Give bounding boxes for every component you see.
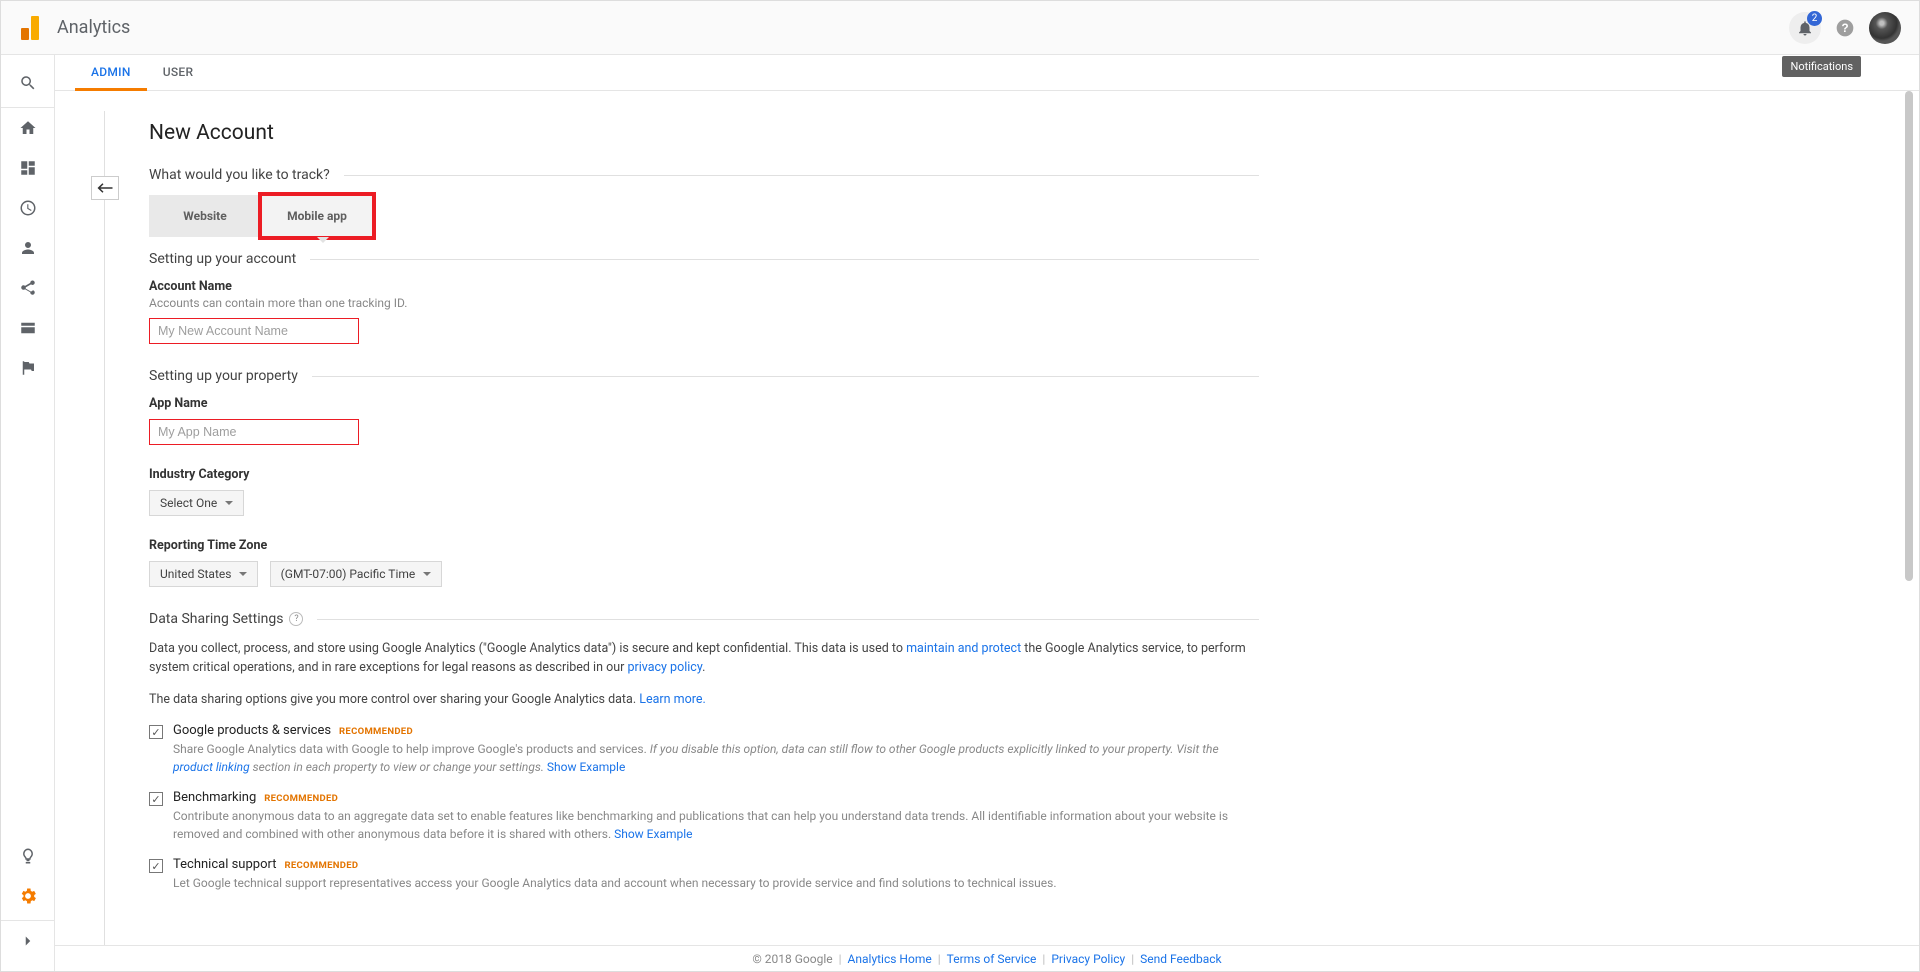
section-sharing-label: Data Sharing Settings — [149, 611, 283, 627]
back-column — [55, 91, 105, 945]
timezone-label: Reporting Time Zone — [149, 538, 1259, 553]
show-example-link[interactable]: Show Example — [547, 760, 625, 774]
rail-dashboards[interactable] — [1, 148, 55, 188]
rail-behavior[interactable] — [1, 308, 55, 348]
rail-collapse[interactable] — [1, 921, 55, 961]
account-name-hint: Accounts can contain more than one track… — [149, 296, 1259, 310]
share-option-google-products: ✓ Google products & servicesRECOMMENDED … — [149, 723, 1259, 776]
sharing-intro: Data you collect, process, and store usi… — [149, 639, 1259, 678]
card-icon — [19, 319, 37, 337]
rail-home[interactable] — [1, 108, 55, 148]
svg-text:?: ? — [1841, 22, 1848, 35]
section-track-label: What would you like to track? — [149, 167, 330, 183]
tab-admin[interactable]: ADMIN — [75, 55, 147, 91]
tz-country-value: United States — [160, 567, 231, 581]
section-property: Setting up your property — [149, 368, 1259, 384]
checkbox-tech-support[interactable]: ✓ — [149, 859, 163, 873]
recommended-badge: RECOMMENDED — [339, 726, 413, 737]
page-title: New Account — [149, 121, 1259, 145]
account-name-input[interactable] — [149, 318, 359, 344]
industry-label: Industry Category — [149, 467, 1259, 482]
scrollbar[interactable] — [1905, 91, 1913, 581]
show-example-link[interactable]: Show Example — [614, 827, 692, 841]
section-property-label: Setting up your property — [149, 368, 298, 384]
chevron-right-icon — [19, 932, 37, 950]
notifications-tooltip: Notifications — [1782, 56, 1861, 77]
clock-icon — [19, 199, 37, 217]
section-account: Setting up your account — [149, 251, 1259, 267]
track-mobile-app[interactable]: Mobile app — [261, 195, 373, 237]
section-account-label: Setting up your account — [149, 251, 296, 267]
track-type-segment: Website Mobile app — [149, 195, 373, 237]
tz-zone-dropdown[interactable]: (GMT-07:00) Pacific Time — [270, 561, 443, 587]
sharing-control: The data sharing options give you more c… — [149, 690, 1259, 709]
checkbox-benchmarking[interactable]: ✓ — [149, 792, 163, 806]
share-option-benchmarking: ✓ Benchmarking RECOMMENDED Contribute ano… — [149, 790, 1259, 843]
opt1-desc: Share Google Analytics data with Google … — [173, 740, 1259, 776]
recommended-badge: RECOMMENDED — [264, 793, 338, 804]
tab-user[interactable]: USER — [147, 54, 210, 90]
footer: © 2018 Google| Analytics Home| Terms of … — [55, 945, 1919, 971]
home-icon — [19, 119, 37, 137]
notifications-button[interactable]: 2 Notifications — [1789, 12, 1821, 44]
rail-acquisition[interactable] — [1, 268, 55, 308]
flag-icon — [19, 359, 37, 377]
rail-realtime[interactable] — [1, 188, 55, 228]
notification-badge: 2 — [1807, 11, 1822, 26]
footer-copyright: © 2018 Google — [752, 952, 832, 966]
share-option-tech-support: ✓ Technical support RECOMMENDED Let Googl… — [149, 857, 1259, 892]
section-sharing: Data Sharing Settings? — [149, 611, 1259, 627]
recommended-badge: RECOMMENDED — [284, 860, 358, 871]
dashboard-icon — [19, 159, 37, 177]
rail-search[interactable] — [1, 63, 55, 103]
opt1-title: Google products & services — [173, 723, 331, 738]
search-icon — [19, 74, 37, 92]
user-avatar[interactable] — [1869, 12, 1901, 44]
footer-tos[interactable]: Terms of Service — [947, 952, 1037, 966]
opt2-title: Benchmarking — [173, 790, 256, 805]
person-icon — [19, 239, 37, 257]
app-title: Analytics — [57, 17, 130, 38]
caret-icon — [423, 572, 431, 580]
left-rail — [1, 55, 55, 971]
account-name-label: Account Name — [149, 279, 1259, 294]
footer-privacy[interactable]: Privacy Policy — [1051, 952, 1125, 966]
opt3-title: Technical support — [173, 857, 276, 872]
checkbox-google-products[interactable]: ✓ — [149, 725, 163, 739]
section-track: What would you like to track? — [149, 167, 1259, 183]
app-name-label: App Name — [149, 396, 1259, 411]
help-icon[interactable]: ? — [289, 612, 303, 626]
opt2-desc: Contribute anonymous data to an aggregat… — [173, 807, 1259, 843]
rail-discover[interactable] — [1, 836, 55, 876]
industry-dropdown[interactable]: Select One — [149, 490, 244, 516]
footer-analytics-home[interactable]: Analytics Home — [848, 952, 932, 966]
share-icon — [19, 279, 37, 297]
tz-zone-value: (GMT-07:00) Pacific Time — [281, 567, 416, 581]
product-linking-link[interactable]: product linking — [173, 760, 250, 774]
analytics-logo-icon — [19, 16, 41, 40]
caret-icon — [239, 572, 247, 580]
gear-icon — [18, 886, 38, 906]
help-button[interactable]: ? — [1829, 12, 1861, 44]
maintain-protect-link[interactable]: maintain and protect — [906, 641, 1021, 656]
caret-icon — [225, 501, 233, 509]
bulb-icon — [19, 847, 37, 865]
industry-value: Select One — [160, 496, 217, 510]
app-bar: Analytics 2 Notifications ? — [1, 1, 1919, 55]
question-icon: ? — [1835, 18, 1855, 38]
rail-audience[interactable] — [1, 228, 55, 268]
admin-tabs: ADMIN USER — [55, 55, 1919, 91]
rail-admin[interactable] — [1, 876, 55, 916]
rail-conversions[interactable] — [1, 348, 55, 388]
tz-country-dropdown[interactable]: United States — [149, 561, 258, 587]
learn-more-link[interactable]: Learn more. — [639, 692, 706, 707]
track-website[interactable]: Website — [149, 195, 261, 237]
opt3-desc: Let Google technical support representat… — [173, 874, 1259, 892]
privacy-policy-link[interactable]: privacy policy — [627, 660, 702, 675]
footer-feedback[interactable]: Send Feedback — [1140, 952, 1222, 966]
app-name-input[interactable] — [149, 419, 359, 445]
